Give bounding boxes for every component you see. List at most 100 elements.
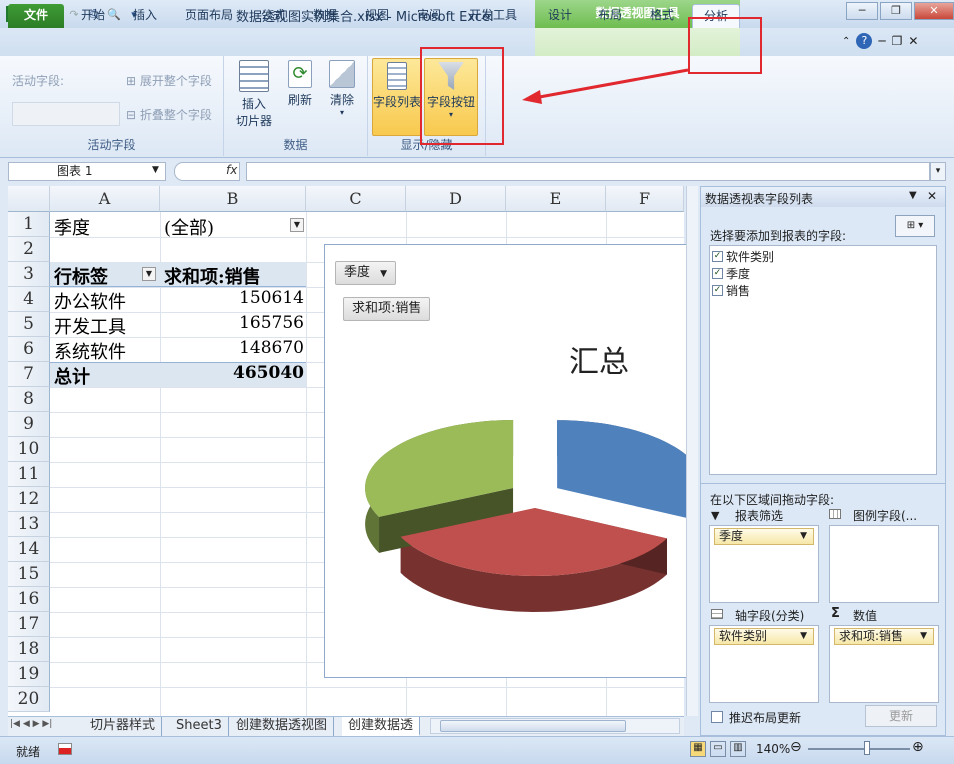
tab-layout[interactable]: 布局 (588, 4, 632, 28)
refresh-label: 刷新 (287, 93, 312, 107)
tab-file[interactable]: 文件 (8, 4, 64, 28)
field-checklist: ✓ 软件类别 ✓ 季度 ✓ 销售 (709, 245, 937, 475)
sheet-nav-icons[interactable]: |◀ ◀ ▶ ▶| (10, 719, 52, 729)
zoom-in-icon[interactable]: ⊕ (912, 739, 924, 755)
page-layout-view-icon[interactable]: ▭ (710, 741, 726, 757)
row-header[interactable]: 15 (8, 562, 50, 587)
tab-format[interactable]: 格式 (640, 4, 684, 28)
page-break-view-icon[interactable]: ▥ (730, 741, 746, 757)
workbook-minimize-icon[interactable]: ─ (878, 34, 885, 48)
tab-home[interactable]: 开始 (70, 4, 116, 28)
row-labels-dropdown-icon[interactable]: ▼ (142, 267, 156, 281)
tab-page-layout[interactable]: 页面布局 (174, 4, 244, 28)
row-header[interactable]: 7 (8, 362, 50, 387)
sheet-tab[interactable]: 创建数据透视图 (230, 717, 335, 736)
name-box[interactable]: 图表 1 (8, 162, 166, 181)
vertical-scrollbar[interactable] (686, 186, 698, 716)
expand-formula-bar-icon[interactable]: ▾ (930, 162, 946, 181)
axis-field-item[interactable]: 软件类别 ▼ (714, 628, 814, 645)
field-list-button[interactable]: 字段列表 (372, 58, 422, 136)
pivot-chart[interactable]: 季度 ▼ 求和项:销售 汇总 (324, 244, 688, 678)
row-header[interactable]: 11 (8, 462, 50, 487)
row-header[interactable]: 1 (8, 212, 50, 237)
sheet-tab[interactable]: 切片器样式 (84, 717, 163, 736)
workbook-restore-icon[interactable]: ❐ (892, 34, 903, 48)
row-header[interactable]: 18 (8, 637, 50, 662)
update-button[interactable]: 更新 (865, 705, 937, 727)
column-header[interactable]: C (306, 186, 406, 212)
insert-slicer-button[interactable]: 插入 切片器 (230, 60, 278, 129)
field-checkbox-row[interactable]: ✓ 软件类别 (712, 248, 774, 265)
collapse-field-button[interactable]: ⊟ 折叠整个字段 (126, 106, 212, 123)
help-icon[interactable]: ? (856, 33, 873, 49)
row-header[interactable]: 9 (8, 412, 50, 437)
filter-field-item[interactable]: 季度 ▼ (714, 528, 814, 545)
pivot-filter-label: 季度 (54, 218, 90, 239)
row-header[interactable]: 17 (8, 612, 50, 637)
row-header[interactable]: 8 (8, 387, 50, 412)
row-header[interactable]: 19 (8, 662, 50, 687)
tab-review[interactable]: 审阅 (406, 4, 452, 28)
report-filter-area[interactable]: 季度 ▼ (709, 525, 819, 603)
filter-field-dropdown-icon: ▼ (800, 531, 807, 541)
name-box-dropdown-icon[interactable]: ▼ (152, 165, 159, 175)
row-header[interactable]: 10 (8, 437, 50, 462)
column-header[interactable]: F (606, 186, 684, 212)
expand-field-button[interactable]: ⊞ 展开整个字段 (126, 72, 212, 89)
close-button[interactable]: ✕ (914, 2, 954, 20)
filter-dropdown-icon[interactable]: ▼ (290, 218, 304, 232)
row-header[interactable]: 6 (8, 337, 50, 362)
pie-slice-办公软件[interactable] (557, 420, 687, 519)
tab-design[interactable]: 设计 (538, 4, 582, 28)
minimize-ribbon-icon[interactable]: ⌃ (842, 36, 850, 47)
axis-fields-area[interactable]: 软件类别 ▼ (709, 625, 819, 703)
sheet-tab[interactable]: Sheet3 (170, 717, 229, 736)
macro-record-icon[interactable] (58, 743, 72, 755)
row-header[interactable]: 16 (8, 587, 50, 612)
normal-view-icon[interactable]: ▦ (690, 741, 706, 757)
tab-view[interactable]: 视图 (354, 4, 400, 28)
grid-line (50, 237, 684, 238)
row-header[interactable]: 3 (8, 262, 50, 287)
column-header[interactable]: B (160, 186, 306, 212)
ribbon-help-controls: ⌃ ? ─ ❐ ✕ (842, 33, 918, 49)
row-header[interactable]: 13 (8, 512, 50, 537)
workbook-close-icon[interactable]: ✕ (908, 34, 918, 48)
zoom-slider[interactable] (808, 748, 910, 750)
zoom-level[interactable]: 140% (756, 742, 790, 756)
legend-fields-area[interactable] (829, 525, 939, 603)
values-area[interactable]: 求和项:销售 ▼ (829, 625, 939, 703)
row-header[interactable]: 2 (8, 237, 50, 262)
tab-formulas[interactable]: 公式 (250, 4, 296, 28)
row-header[interactable]: 4 (8, 287, 50, 312)
zoom-out-icon[interactable]: ⊖ (790, 739, 802, 755)
refresh-button[interactable]: ⟳ 刷新 (280, 60, 320, 108)
tab-developer[interactable]: 开发工具 (458, 4, 528, 28)
select-all-corner[interactable] (8, 186, 50, 212)
active-field-input[interactable] (12, 102, 120, 126)
sheet-tab-active[interactable]: 创建数据透 (342, 717, 421, 736)
pane-options-icon[interactable]: ▼ (909, 190, 917, 201)
minimize-button[interactable]: ─ (846, 2, 878, 20)
value-field-item[interactable]: 求和项:销售 ▼ (834, 628, 934, 645)
tab-insert[interactable]: 插入 (122, 4, 168, 28)
layout-options-icon[interactable]: ⊞ ▾ (895, 215, 935, 237)
tab-data[interactable]: 数据 (302, 4, 348, 28)
restore-button[interactable]: ❐ (880, 2, 912, 20)
zoom-slider-thumb[interactable] (864, 741, 870, 755)
defer-update-checkbox[interactable] (711, 711, 723, 723)
row-header[interactable]: 14 (8, 537, 50, 562)
clear-button[interactable]: 清除 ▾ (322, 60, 362, 117)
field-checkbox-row[interactable]: ✓ 销售 (712, 282, 750, 299)
column-header[interactable]: D (406, 186, 506, 212)
horizontal-scroll-thumb[interactable] (440, 720, 626, 732)
row-header[interactable]: 20 (8, 687, 50, 712)
column-header[interactable]: A (50, 186, 160, 212)
row-header[interactable]: 12 (8, 487, 50, 512)
field-checkbox-row[interactable]: ✓ 季度 (712, 265, 750, 282)
formula-input[interactable] (246, 162, 930, 181)
column-header[interactable]: E (506, 186, 606, 212)
insert-function-icon[interactable]: fx (226, 163, 237, 177)
pane-close-icon[interactable]: ✕ (927, 189, 937, 203)
row-header[interactable]: 5 (8, 312, 50, 337)
